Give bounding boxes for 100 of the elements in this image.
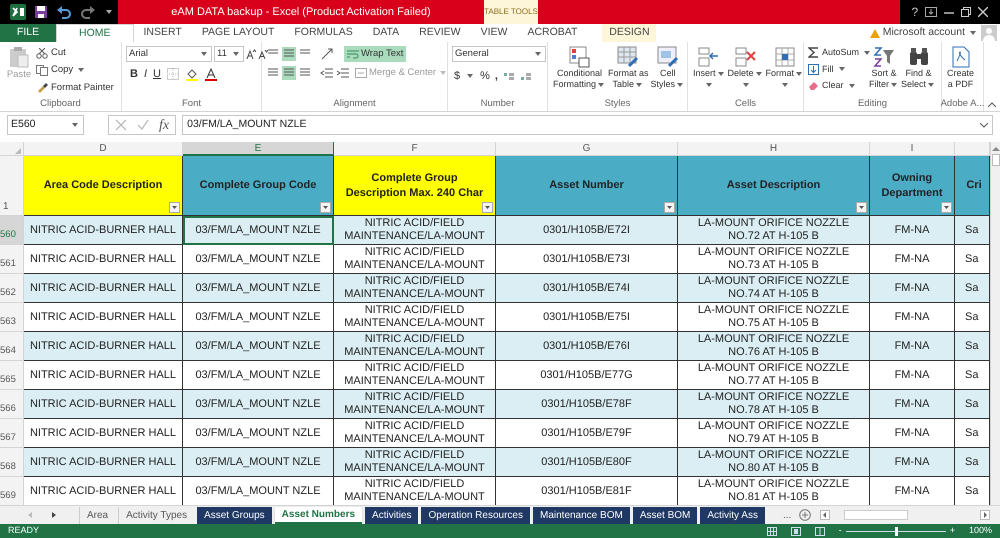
font-size-field[interactable]: 11 — [214, 46, 244, 62]
comma-button[interactable]: , — [494, 68, 498, 84]
row-number[interactable]: 560 — [0, 216, 24, 245]
row-number[interactable]: 569 — [0, 477, 24, 505]
page-break-view-icon[interactable] — [814, 526, 825, 536]
column-header[interactable]: H — [678, 142, 870, 156]
zoom-slider-thumb[interactable] — [894, 526, 898, 536]
more-sheets-button[interactable]: ... — [783, 508, 792, 522]
ribbon-tab[interactable]: FILE — [0, 24, 56, 42]
row-number[interactable]: 565 — [0, 361, 24, 390]
bold-button[interactable]: B — [130, 66, 138, 82]
ribbon-tab[interactable]: REVIEW — [409, 24, 471, 42]
autosum-button[interactable]: AutoSum — [808, 46, 868, 60]
add-sheet-icon[interactable] — [799, 509, 812, 521]
format-button[interactable]: Format — [764, 46, 806, 97]
column-header[interactable]: G — [496, 142, 678, 156]
percent-button[interactable]: % — [480, 68, 490, 84]
zoom-out-button[interactable]: - — [838, 524, 842, 538]
shrink-font-icon[interactable] — [258, 49, 268, 59]
cell-styles-button[interactable]: Cell Styles — [650, 46, 686, 97]
save-icon[interactable] — [34, 5, 48, 19]
row-number[interactable]: 561 — [0, 245, 24, 274]
filter-dropdown-icon[interactable] — [169, 202, 180, 213]
name-box[interactable]: E560 — [7, 115, 84, 135]
decrease-indent-icon[interactable] — [320, 66, 334, 80]
filter-dropdown-icon[interactable] — [320, 202, 331, 213]
create-pdf-button[interactable]: Create a PDF — [946, 46, 976, 97]
ribbon-display-icon[interactable] — [925, 7, 938, 17]
increase-decimal-icon[interactable] — [502, 71, 515, 82]
sheet-tab[interactable]: Asset Numbers — [274, 506, 362, 524]
column-header[interactable]: E — [183, 142, 334, 156]
format-as-table-button[interactable]: Format as Table — [607, 46, 650, 97]
delete-button[interactable]: Delete — [726, 46, 765, 97]
number-format-field[interactable]: General — [452, 46, 546, 62]
align-center-icon[interactable] — [282, 66, 296, 80]
sheet-tab[interactable]: Asset BOM — [632, 506, 698, 524]
ribbon-tab[interactable]: VIEW — [470, 24, 518, 42]
orientation-icon[interactable] — [320, 47, 334, 61]
redo-icon[interactable] — [80, 5, 96, 19]
sheet-tab[interactable]: Activities — [365, 506, 418, 524]
insert-function-button[interactable]: fx — [159, 114, 170, 136]
account-button[interactable]: Microsoft account — [882, 25, 965, 41]
restore-icon[interactable] — [961, 7, 972, 17]
scrollbar-thumb[interactable] — [844, 510, 908, 520]
formula-field[interactable]: 03/FM/LA_MOUNT NZLE — [182, 115, 993, 135]
filter-dropdown-icon[interactable] — [941, 202, 952, 213]
conditional-formatting-button[interactable]: Conditional Formatting — [552, 46, 608, 97]
filter-dropdown-icon[interactable] — [856, 202, 867, 213]
currency-button[interactable]: $ — [454, 68, 460, 84]
font-name-field[interactable]: Arial — [126, 46, 212, 62]
ribbon-tab[interactable]: PAGE LAYOUT — [192, 24, 284, 42]
row-number[interactable]: 563 — [0, 303, 24, 332]
row-number[interactable]: 562 — [0, 274, 24, 303]
sheet-tab[interactable]: Asset Groups — [197, 506, 272, 524]
grow-font-icon[interactable] — [246, 49, 256, 59]
font-color-icon[interactable] — [204, 68, 217, 81]
row-number[interactable]: 566 — [0, 390, 24, 419]
column-header[interactable]: I — [870, 142, 955, 156]
format-painter-button[interactable]: Format Painter — [36, 80, 114, 95]
scroll-right-icon[interactable] — [980, 510, 990, 520]
wrap-text-button[interactable]: Wrap Text — [344, 46, 406, 62]
sheet-tab[interactable]: Operation Resources — [421, 506, 530, 524]
row-number[interactable]: 564 — [0, 332, 24, 361]
scrollbar-thumb[interactable] — [992, 154, 1000, 166]
collapse-ribbon-icon[interactable] — [988, 102, 996, 107]
filter-dropdown-icon[interactable] — [664, 202, 675, 213]
filter-dropdown-icon[interactable] — [482, 202, 493, 213]
ribbon-tab[interactable]: DATA — [362, 24, 410, 42]
close-icon[interactable] — [978, 7, 988, 17]
zoom-in-button[interactable]: + — [950, 524, 955, 538]
increase-indent-icon[interactable] — [336, 66, 350, 80]
column-header[interactable]: D — [24, 142, 183, 156]
fill-button[interactable]: Fill — [808, 62, 868, 76]
underline-button[interactable]: U — [153, 66, 161, 82]
sheet-tab[interactable]: Maintenance BOM — [532, 506, 630, 524]
page-layout-view-icon[interactable] — [790, 526, 801, 536]
insert-button[interactable]: Insert — [692, 46, 727, 97]
fill-color-icon[interactable] — [184, 68, 199, 81]
help-button[interactable]: ? — [912, 3, 918, 21]
cut-button[interactable]: Cut — [36, 46, 114, 60]
middle-align-icon[interactable] — [282, 47, 296, 61]
scroll-left-icon[interactable] — [820, 510, 830, 520]
clear-button[interactable]: Clear — [808, 79, 868, 92]
ribbon-tab[interactable]: DESIGN — [602, 24, 656, 42]
excel-icon[interactable] — [10, 4, 26, 20]
copy-button[interactable]: Copy — [36, 63, 114, 78]
italic-button[interactable]: I — [144, 66, 148, 82]
ribbon-tab[interactable]: INSERT — [134, 24, 192, 42]
scroll-up-icon[interactable] — [992, 145, 1000, 151]
column-header[interactable]: F — [334, 142, 496, 156]
sheet-tab[interactable]: Activity Ass — [700, 506, 765, 524]
ribbon-tab[interactable]: FORMULAS — [284, 24, 363, 42]
decrease-decimal-icon[interactable] — [520, 71, 532, 82]
undo-icon[interactable] — [56, 5, 72, 19]
borders-icon[interactable] — [166, 68, 179, 80]
ribbon-tab[interactable]: ACROBAT — [517, 24, 588, 42]
row-number[interactable]: 567 — [0, 419, 24, 448]
zoom-level[interactable]: 100% — [968, 524, 992, 538]
sort-filter-button[interactable]: Sort & Filter — [868, 46, 900, 97]
normal-view-icon[interactable] — [766, 526, 777, 536]
